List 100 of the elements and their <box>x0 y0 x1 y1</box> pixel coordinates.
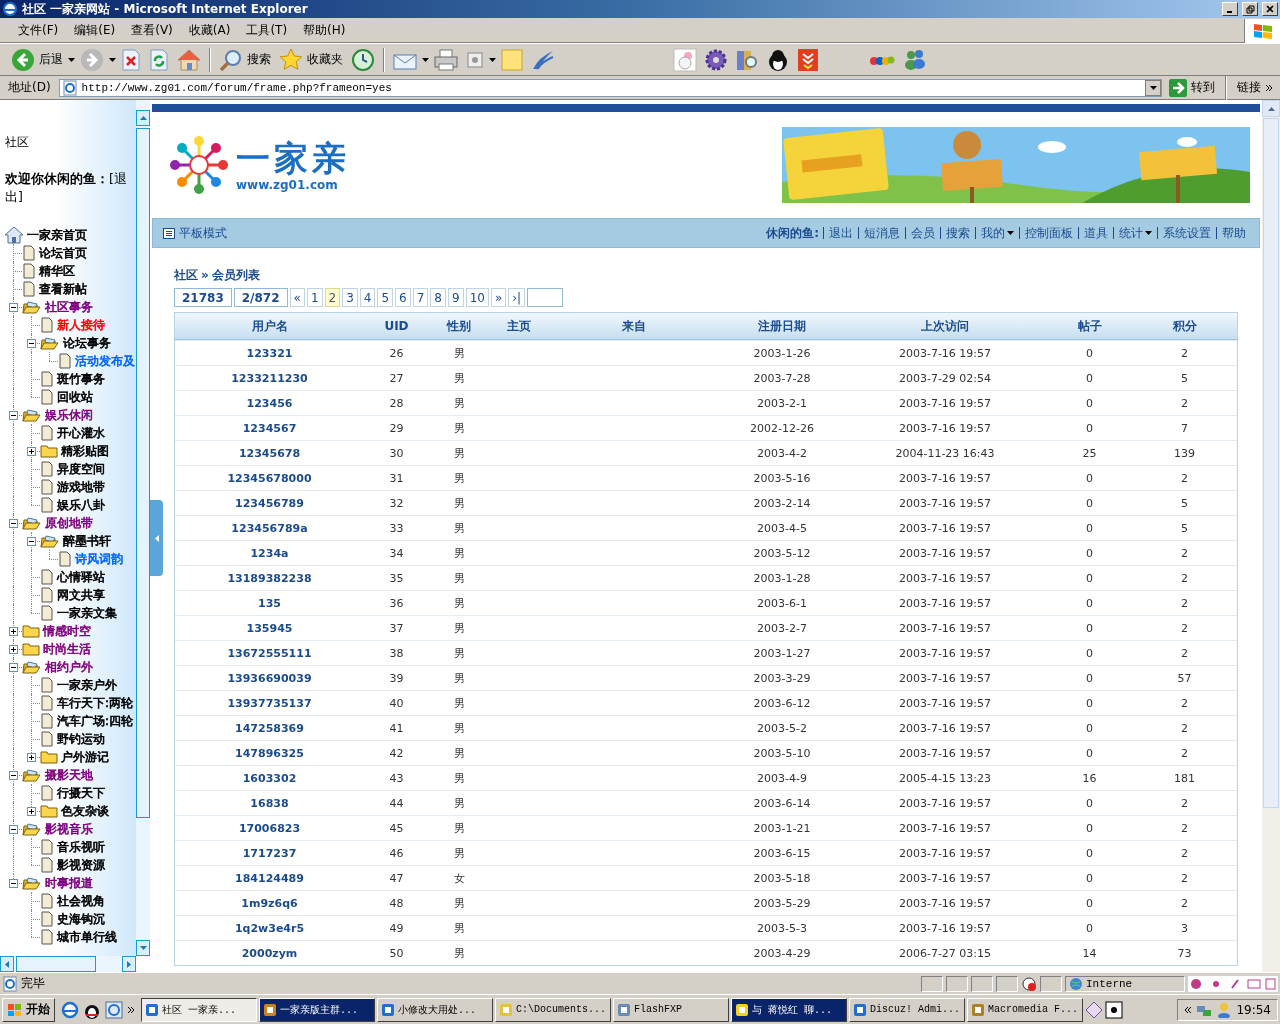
username-link[interactable]: 123456789a <box>175 521 364 535</box>
tree-item[interactable]: 城市单行线 <box>57 928 117 946</box>
username-link[interactable]: 147258369 <box>175 721 364 735</box>
tree-item[interactable]: 论坛事务 <box>63 334 111 352</box>
taskbar-button[interactable]: 小修改大用处... <box>377 997 493 1022</box>
tree-item[interactable]: 娱乐休闲 <box>45 406 93 424</box>
nav-link[interactable]: 道具 <box>1078 227 1113 239</box>
scroll-left-button[interactable] <box>0 956 14 972</box>
username-link[interactable]: 2000zym <box>175 946 364 960</box>
username-link[interactable]: 1233211230 <box>175 371 364 385</box>
expand-toggle[interactable] <box>26 752 36 762</box>
expand-toggle[interactable] <box>8 626 18 636</box>
username-link[interactable]: 13672555111 <box>175 646 364 660</box>
collapse-toggle[interactable] <box>8 302 18 312</box>
tree-item[interactable]: 时事报道 <box>45 874 93 892</box>
nav-link[interactable]: 我的 <box>975 227 1019 239</box>
taskbar-button[interactable]: Macromedia F... <box>967 997 1083 1022</box>
expand-toggle[interactable] <box>26 806 36 816</box>
tree-item[interactable]: 社区事务 <box>45 298 93 316</box>
username-link[interactable]: 16838 <box>175 796 364 810</box>
favorites-button[interactable]: 收藏夹 <box>276 45 346 74</box>
taskbar-button[interactable]: Discuz! Admi... <box>849 997 965 1022</box>
menu-item[interactable]: 帮助(H) <box>295 20 354 41</box>
nav-link[interactable]: 会员 <box>905 227 940 239</box>
view-mode-link[interactable]: 平板模式 <box>163 224 227 242</box>
page-link[interactable]: 5 <box>377 288 394 307</box>
collapse-handle[interactable] <box>150 500 163 576</box>
menu-item[interactable]: 编辑(E) <box>66 20 124 41</box>
tree-item[interactable]: 音乐视听 <box>57 838 105 856</box>
page-input[interactable] <box>527 288 564 307</box>
tree-item[interactable]: 网文共享 <box>57 586 105 604</box>
username-link[interactable]: 1234a <box>175 546 364 560</box>
chevron-icon[interactable] <box>127 1005 135 1014</box>
last-page-link[interactable]: ›| <box>508 288 526 307</box>
tree-item[interactable]: 史海钩沉 <box>57 910 105 928</box>
collapse-toggle[interactable] <box>26 536 36 546</box>
tree-item[interactable]: 色友杂谈 <box>61 802 109 820</box>
nav-link[interactable]: 退出 <box>823 227 858 239</box>
tree-item[interactable]: 斑竹事务 <box>57 370 105 388</box>
tree-item[interactable]: 论坛首页 <box>39 244 87 262</box>
username-link[interactable]: 1603302 <box>175 771 364 785</box>
username-link[interactable]: 12345678 <box>175 446 364 460</box>
tree-item[interactable]: 情感时空 <box>43 622 91 640</box>
nav-link[interactable]: 短消息 <box>858 227 905 239</box>
username-link[interactable]: 1717237 <box>175 846 364 860</box>
taskbar-button[interactable]: C:\Documents... <box>495 997 611 1022</box>
username-link[interactable]: 1m9z6q6 <box>175 896 364 910</box>
search-button[interactable]: 搜索 <box>216 45 274 74</box>
tree-item[interactable]: 影视资源 <box>57 856 105 874</box>
username-link[interactable]: 184124489 <box>175 871 364 885</box>
username-link[interactable]: 17006823 <box>175 821 364 835</box>
tree-item[interactable]: 摄影天地 <box>45 766 93 784</box>
page-link[interactable]: 1 <box>306 288 323 307</box>
page-link[interactable]: 3 <box>342 288 358 307</box>
tree-item[interactable]: 行摄天下 <box>57 784 105 802</box>
scroll-thumb[interactable] <box>16 956 96 972</box>
username-link[interactable]: 13189382238 <box>175 571 364 585</box>
chevron-icon[interactable] <box>1184 1005 1193 1014</box>
restore-button[interactable] <box>1242 2 1258 16</box>
taskbar-button[interactable]: 与 蒋悦红 聊... <box>731 997 847 1022</box>
page-link[interactable]: 10 <box>465 288 489 307</box>
menu-item[interactable]: 文件(F) <box>10 20 67 41</box>
expand-toggle[interactable] <box>26 446 36 456</box>
collapse-toggle[interactable] <box>8 662 18 672</box>
go-button[interactable]: 转到 <box>1166 76 1218 99</box>
menu-item[interactable]: 查看(V) <box>123 20 181 41</box>
tree-item[interactable]: 相约户外 <box>45 658 93 676</box>
nav-link[interactable]: 系统设置 <box>1157 227 1216 239</box>
page-link[interactable]: 4 <box>359 288 376 307</box>
tree-item[interactable]: 汽车广场:四轮 <box>57 712 134 730</box>
tree-item[interactable]: 回收站 <box>57 388 93 406</box>
username-link[interactable]: 147896325 <box>175 746 364 760</box>
menu-item[interactable]: 工具(T) <box>238 20 296 41</box>
username-link[interactable]: 135945 <box>175 621 364 635</box>
start-button[interactable]: 开始 <box>2 997 55 1022</box>
tree-item[interactable]: 一家亲文集 <box>57 604 117 622</box>
scroll-right-button[interactable] <box>122 956 136 972</box>
first-page-link[interactable]: « <box>289 288 305 307</box>
tree-item[interactable]: 社会视角 <box>57 892 105 910</box>
tree-item[interactable]: 查看新帖 <box>39 280 87 298</box>
tree-item[interactable]: 娱乐八卦 <box>57 496 105 514</box>
address-field[interactable]: http://www.zg01.com/forum/frame.php?frameon=yes <box>58 78 1162 97</box>
breadcrumb-link[interactable]: 社区 <box>174 266 198 284</box>
taskbar-button[interactable]: 社区 一家亲... <box>141 997 257 1022</box>
tree-item[interactable]: 心情驿站 <box>57 568 105 586</box>
links-button[interactable]: 链接 <box>1234 76 1276 99</box>
close-button[interactable] <box>1262 2 1278 16</box>
username-link[interactable]: 123456 <box>175 396 364 410</box>
page-link[interactable]: 8 <box>430 288 446 307</box>
tree-item[interactable]: 野钓运动 <box>57 730 105 748</box>
scroll-up-button[interactable] <box>136 110 150 126</box>
menu-item[interactable]: 收藏(A) <box>180 20 239 41</box>
collapse-toggle[interactable] <box>8 824 18 834</box>
collapse-toggle[interactable] <box>8 878 18 888</box>
page-link[interactable]: 9 <box>448 288 464 307</box>
taskbar-button[interactable]: 一家亲版主群... <box>259 997 375 1022</box>
nav-link[interactable]: 控制面板 <box>1019 227 1078 239</box>
tree-item[interactable]: 时尚生活 <box>43 640 91 658</box>
tree-item[interactable]: 原创地带 <box>45 514 93 532</box>
username-link[interactable]: 13936690039 <box>175 671 364 685</box>
